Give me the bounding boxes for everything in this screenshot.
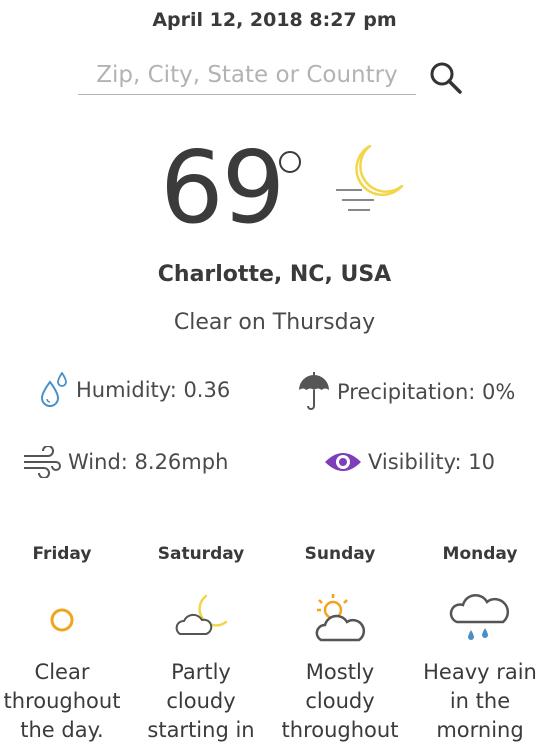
summary-line: throughout (281, 718, 399, 742)
day-summary: Clear throughout the day. (0, 658, 128, 745)
wind-icon (24, 446, 61, 478)
day-name: Friday (32, 544, 92, 564)
summary-line: starting in (147, 718, 255, 742)
search-input[interactable] (78, 58, 416, 92)
forecast-day-saturday: Saturday Partly cloudy starting in (135, 544, 267, 745)
forecast-day-friday: Friday Clear throughout the day. (0, 544, 128, 745)
search-field[interactable] (78, 58, 416, 95)
summary-line: cloudy (305, 689, 375, 713)
degree-symbol (279, 151, 301, 173)
visibility-stat: Visibility: 10 (324, 446, 495, 478)
summary-line: Heavy rain (423, 660, 537, 684)
humidity-icon (40, 372, 67, 407)
forecast-day-sunday: Sunday Mostly cloudy throughout (274, 544, 406, 745)
day-name: Monday (442, 544, 518, 564)
wind-label: Wind: 8.26mph (68, 450, 229, 474)
partly-cloudy-night-icon (175, 594, 228, 635)
humidity-stat: Humidity: 0.36 (38, 372, 230, 408)
precipitation-stat: Precipitation: 0% (297, 372, 515, 412)
summary-line: Clear (34, 660, 90, 684)
wind-stat: Wind: 8.26mph (22, 446, 228, 478)
summary-line: the day. (20, 718, 104, 742)
summary-line: cloudy (166, 689, 236, 713)
summary-line: Mostly (305, 660, 375, 684)
day-summary: Heavy rain in the morning (414, 658, 546, 745)
day-summary: Partly cloudy starting in (135, 658, 267, 745)
day-name: Sunday (304, 544, 376, 564)
forecast-day-monday: Monday Heavy rain in the morning (414, 544, 546, 745)
day-summary: Mostly cloudy throughout (274, 658, 406, 745)
sun-icon (50, 608, 74, 632)
search-icon[interactable] (428, 60, 466, 96)
date-time: April 12, 2018 8:27 pm (152, 9, 397, 31)
search-button[interactable] (428, 60, 466, 96)
day-name: Saturday (157, 544, 245, 564)
current-temperature: 69 (160, 129, 285, 246)
precipitation-label: Precipitation: 0% (337, 380, 516, 404)
umbrella-icon (299, 372, 329, 410)
summary-line: Partly (171, 660, 231, 684)
summary-line: in the (449, 689, 511, 713)
moon-night-icon (336, 144, 404, 211)
location-name: Charlotte, NC, USA (157, 262, 392, 287)
current-summary: Clear on Thursday (173, 310, 376, 335)
visibility-label: Visibility: 10 (368, 450, 495, 474)
humidity-label: Humidity: 0.36 (76, 378, 231, 402)
partly-cloudy-day-icon (315, 594, 366, 642)
rain-icon (449, 593, 510, 640)
eye-icon (325, 453, 361, 471)
summary-line: morning (436, 718, 524, 742)
summary-line: throughout (3, 689, 121, 713)
